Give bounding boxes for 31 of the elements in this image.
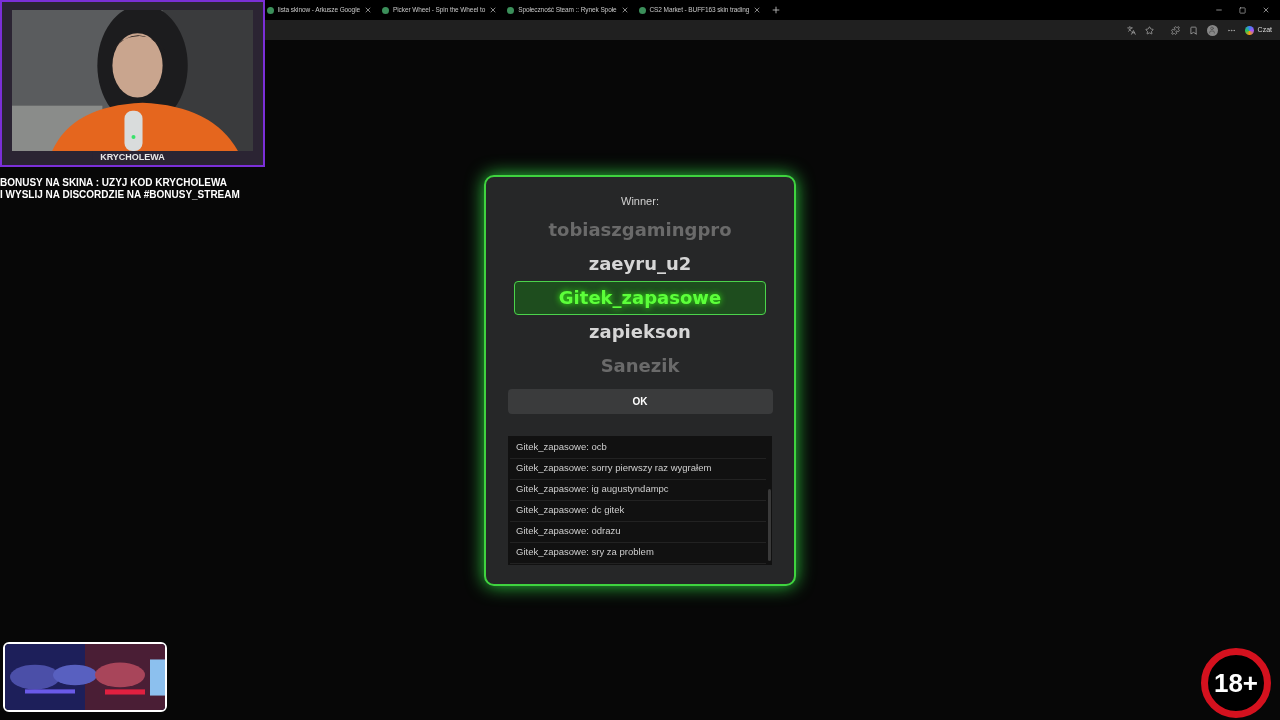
favorites-icon[interactable] (1188, 25, 1198, 35)
dialog-title: Winner: (621, 193, 659, 209)
overlay-text: I WYSLIJ NA DISCORDZIE NA #BONUSY_STREAM (0, 189, 241, 201)
winner-name: Sanezik (599, 354, 681, 378)
close-icon[interactable] (489, 6, 498, 14)
close-icon[interactable] (1262, 6, 1270, 14)
extensions-icon[interactable] (1170, 25, 1180, 35)
star-icon[interactable] (1144, 25, 1154, 35)
tab-favicon-icon (507, 6, 515, 14)
chat-message: Gitek_zapasowe: ig augustyndampc (510, 479, 766, 501)
winner-name: tobiaszgamingpro (547, 218, 733, 242)
winner-name: zaeyru_u2 (587, 252, 693, 276)
translate-icon[interactable] (1126, 25, 1136, 35)
chat-message: Gitek_zapasowe: sorry pierwszy raz wygrałem (510, 458, 766, 480)
winner-name: Gitek_zapasowe (514, 280, 766, 315)
chat-message: Gitek_zapasowe: sry za problem (510, 542, 766, 564)
overlay-text: BONUSY NA SKINA : UZYJ KOD KRYCHOLEWA (0, 177, 229, 189)
winner-name: zapiekson (588, 320, 692, 344)
close-icon[interactable] (753, 6, 762, 14)
tab-favicon-icon (638, 6, 646, 14)
new-tab-icon[interactable] (771, 5, 782, 15)
profile-avatar[interactable] (1206, 24, 1218, 36)
close-icon[interactable] (364, 6, 372, 14)
chat-message: Gitek_zapasowe: ocb (510, 437, 766, 459)
tab-favicon-icon (267, 6, 274, 14)
ok-button[interactable]: OK (507, 388, 773, 414)
tab-favicon-icon (382, 6, 389, 14)
maximize-icon[interactable] (1239, 6, 1246, 14)
chat-message: Gitek_zapasowe: odrazu (510, 521, 766, 543)
chat-message: Gitek_zapasowe: dc gitek (510, 500, 766, 522)
close-icon[interactable] (620, 6, 629, 14)
